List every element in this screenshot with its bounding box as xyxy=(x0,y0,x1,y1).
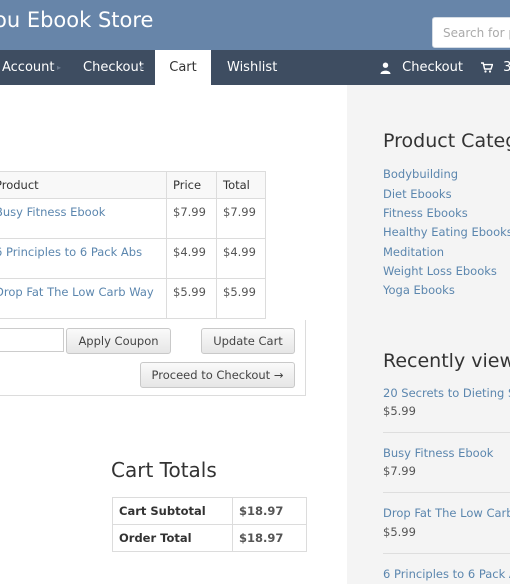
site-title[interactable]: ou Ebook Store xyxy=(0,8,153,32)
price-column-header: Price xyxy=(166,171,217,199)
product-link[interactable]: Drop Fat The Low Carb Way xyxy=(0,285,154,299)
nav-arrow-icon: ▸ xyxy=(140,63,145,72)
category-link[interactable]: Healthy Eating Ebooks xyxy=(383,225,510,239)
cart-header-row: Product Price Total xyxy=(0,171,266,199)
divider xyxy=(383,432,510,433)
cart-subtotal-value: $18.97 xyxy=(232,497,307,525)
recently-viewed-title: Recently viewe xyxy=(383,350,510,372)
divider xyxy=(383,492,510,493)
category-link[interactable]: Yoga Ebooks xyxy=(383,283,455,297)
nav-checkout[interactable]: Checkout xyxy=(83,50,144,85)
cart-subtotal-label: Cart Subtotal xyxy=(112,497,233,525)
recent-product-link[interactable]: 6 Principles to 6 Pack A xyxy=(383,567,510,581)
nav-wishlist[interactable]: Wishlist xyxy=(227,50,277,85)
search-input[interactable]: Search for p xyxy=(432,17,510,48)
recent-product-link[interactable]: Drop Fat The Low Carb W xyxy=(383,506,510,520)
cart-icon xyxy=(481,62,493,73)
table-row: Cart Subtotal $18.97 xyxy=(112,497,307,525)
category-link[interactable]: Meditation xyxy=(383,245,444,259)
price-cell: $5.99 xyxy=(166,278,217,319)
cart-table: Product Price Total Busy Fitness Ebook $… xyxy=(0,171,266,319)
total-column-header: Total xyxy=(216,171,266,199)
price-cell: $7.99 xyxy=(166,198,217,239)
nav-right-checkout[interactable]: Checkout xyxy=(380,50,463,85)
apply-coupon-button[interactable]: Apply Coupon xyxy=(66,328,171,354)
table-row: Drop Fat The Low Carb Way $5.99 $5.99 xyxy=(0,278,266,319)
recent-product-link[interactable]: Busy Fitness Ebook xyxy=(383,446,493,460)
product-categories-title: Product Catego xyxy=(383,130,510,152)
total-cell: $5.99 xyxy=(216,278,266,319)
recent-product-link[interactable]: 20 Secrets to Dieting Su xyxy=(383,386,510,400)
table-row: Busy Fitness Ebook $7.99 $7.99 xyxy=(0,198,266,239)
order-total-label: Order Total xyxy=(112,524,233,552)
order-total-value: $18.97 xyxy=(232,524,307,552)
main-nav: Account ▸ Checkout ▸ Cart Wishlist Check… xyxy=(0,50,510,85)
table-row: 6 Principles to 6 Pack Abs $4.99 $4.99 xyxy=(0,238,266,279)
cart-totals-title: Cart Totals xyxy=(111,458,217,482)
user-icon xyxy=(380,62,391,74)
proceed-to-checkout-button[interactable]: Proceed to Checkout → xyxy=(140,362,295,388)
cart-count-link[interactable]: 3 xyxy=(481,50,510,85)
site-header: ou Ebook Store Search for p xyxy=(0,0,510,50)
category-link[interactable]: Bodybuilding xyxy=(383,167,458,181)
nav-account[interactable]: Account xyxy=(2,50,55,85)
recent-product-price: $5.99 xyxy=(383,404,416,418)
category-link[interactable]: Weight Loss Ebooks xyxy=(383,264,497,278)
nav-cart[interactable]: Cart xyxy=(155,50,211,85)
update-cart-button[interactable]: Update Cart xyxy=(201,328,295,354)
recent-product-price: $5.99 xyxy=(383,525,416,539)
table-row: Order Total $18.97 xyxy=(112,524,307,552)
product-column-header: Product xyxy=(0,171,167,199)
nav-arrow-icon: ▸ xyxy=(57,63,62,72)
total-cell: $4.99 xyxy=(216,238,266,279)
recent-product-price: $7.99 xyxy=(383,464,416,478)
category-link[interactable]: Diet Ebooks xyxy=(383,187,452,201)
price-cell: $4.99 xyxy=(166,238,217,279)
divider xyxy=(383,553,510,554)
total-cell: $7.99 xyxy=(216,198,266,239)
coupon-code-input[interactable] xyxy=(0,328,64,352)
cart-count: 3 xyxy=(503,60,510,75)
checkout-link-label: Checkout xyxy=(402,60,463,75)
cart-totals-table: Cart Subtotal $18.97 Order Total $18.97 xyxy=(112,497,307,552)
category-link[interactable]: Fitness Ebooks xyxy=(383,206,468,220)
product-link[interactable]: 6 Principles to 6 Pack Abs xyxy=(0,245,142,259)
product-link[interactable]: Busy Fitness Ebook xyxy=(0,205,105,219)
